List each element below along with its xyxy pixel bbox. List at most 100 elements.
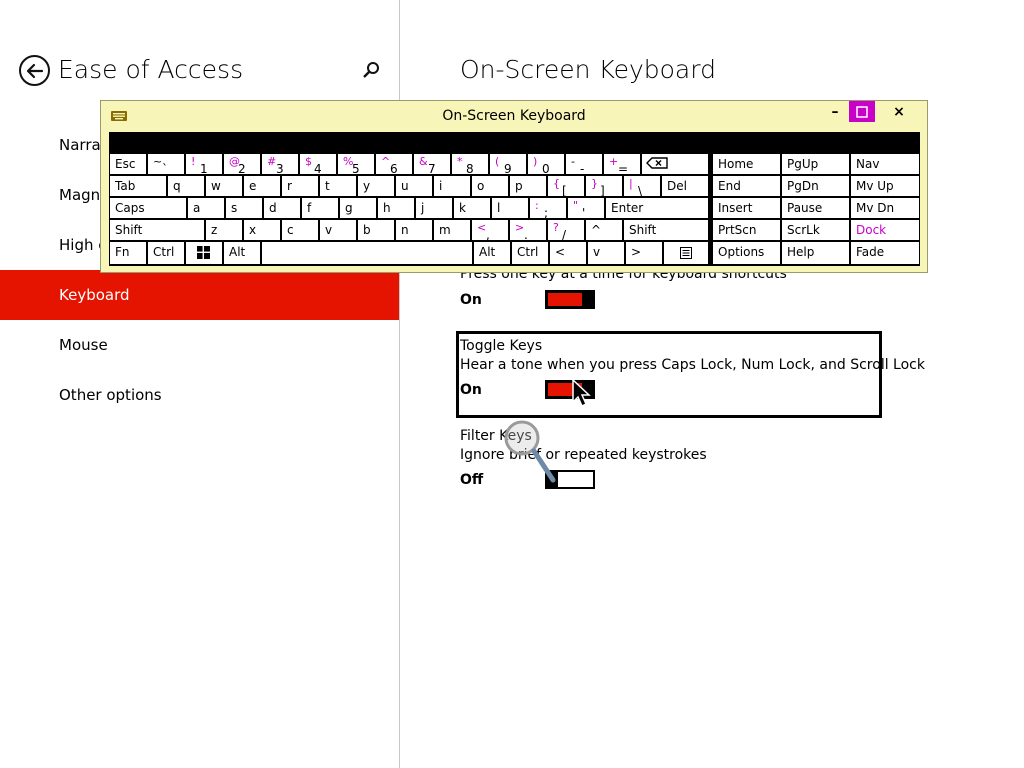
- key-8[interactable]: * 8: [452, 154, 488, 174]
- key-i[interactable]: i: [434, 176, 470, 196]
- key-caps[interactable]: Caps: [110, 198, 186, 218]
- key-shift-label: <: [477, 221, 487, 234]
- key-d[interactable]: d: [264, 198, 300, 218]
- key-c[interactable]: c: [282, 220, 318, 240]
- key-help[interactable]: Help: [782, 242, 849, 264]
- key-scrlk[interactable]: ScrLk: [782, 220, 849, 240]
- key-esc[interactable]: Esc: [110, 154, 146, 174]
- on-screen-keyboard-window[interactable]: On-Screen Keyboard – × Esc ~ ` ! 1 @2 #3 $…: [100, 100, 928, 273]
- key-arrow-down[interactable]: v: [588, 242, 624, 264]
- key-pause[interactable]: Pause: [782, 198, 849, 218]
- key-semicolon[interactable]: :;: [530, 198, 566, 218]
- key-x[interactable]: x: [244, 220, 280, 240]
- key-home[interactable]: Home: [713, 154, 780, 174]
- key-del[interactable]: Del: [662, 176, 708, 196]
- key-pgup[interactable]: PgUp: [782, 154, 849, 174]
- key-9[interactable]: (9: [490, 154, 526, 174]
- key-fade[interactable]: Fade: [851, 242, 919, 264]
- key-period[interactable]: >.: [510, 220, 546, 240]
- key-q[interactable]: q: [168, 176, 204, 196]
- key-alt-right[interactable]: Alt: [474, 242, 510, 264]
- key-ctrl-left[interactable]: Ctrl: [148, 242, 184, 264]
- key-alt-left[interactable]: Alt: [224, 242, 260, 264]
- key-fn[interactable]: Fn: [110, 242, 146, 264]
- key-b[interactable]: b: [358, 220, 394, 240]
- key-f[interactable]: f: [302, 198, 338, 218]
- key-end[interactable]: End: [713, 176, 780, 196]
- key-e[interactable]: e: [244, 176, 280, 196]
- key-arrow-left[interactable]: <: [550, 242, 586, 264]
- key-1[interactable]: ! 1: [186, 154, 222, 174]
- key-tab[interactable]: Tab: [110, 176, 166, 196]
- key-insert[interactable]: Insert: [713, 198, 780, 218]
- key-backspace[interactable]: [642, 154, 708, 174]
- key-dock[interactable]: Dock: [851, 220, 919, 240]
- minimize-button[interactable]: –: [822, 101, 848, 122]
- key-n[interactable]: n: [396, 220, 432, 240]
- key-j[interactable]: j: [416, 198, 452, 218]
- key-menu[interactable]: [664, 242, 708, 264]
- key-h[interactable]: h: [378, 198, 414, 218]
- nav-item-mouse[interactable]: Mouse: [0, 320, 399, 370]
- nav-item-keyboard[interactable]: Keyboard: [0, 270, 399, 320]
- key-comma[interactable]: <,: [472, 220, 508, 240]
- key-label: Enter: [611, 201, 644, 215]
- key-left-bracket[interactable]: {[: [548, 176, 584, 196]
- key-equals[interactable]: + =: [604, 154, 640, 174]
- nav-item-other-options[interactable]: Other options: [0, 370, 399, 420]
- key-pgdn[interactable]: PgDn: [782, 176, 849, 196]
- key-4[interactable]: $4: [300, 154, 336, 174]
- key-slash[interactable]: ? /: [548, 220, 584, 240]
- key-space[interactable]: [262, 242, 472, 264]
- back-button[interactable]: [19, 55, 50, 86]
- key-nav[interactable]: Nav: [851, 154, 919, 174]
- key-v[interactable]: v: [320, 220, 356, 240]
- key-mvup[interactable]: Mv Up: [851, 176, 919, 196]
- key-shift-right[interactable]: Shift: [624, 220, 708, 240]
- key-u[interactable]: u: [396, 176, 432, 196]
- key-shift-left[interactable]: Shift: [110, 220, 204, 240]
- key-label: Options: [718, 245, 765, 259]
- key-w[interactable]: w: [206, 176, 242, 196]
- key-backslash[interactable]: | \: [624, 176, 660, 196]
- key-quote[interactable]: " ': [568, 198, 604, 218]
- key-label: e: [249, 179, 257, 193]
- key-r[interactable]: r: [282, 176, 318, 196]
- key-y[interactable]: y: [358, 176, 394, 196]
- search-icon[interactable]: [361, 60, 381, 80]
- key-0[interactable]: ) 0: [528, 154, 564, 174]
- key-z[interactable]: z: [206, 220, 242, 240]
- key-arrow-right[interactable]: >: [626, 242, 662, 264]
- key-m[interactable]: m: [434, 220, 470, 240]
- toggle-knob: [582, 292, 593, 307]
- key-options[interactable]: Options: [713, 242, 780, 264]
- key-windows[interactable]: [186, 242, 222, 264]
- key-backtick[interactable]: ~ `: [148, 154, 184, 174]
- sticky-keys-toggle[interactable]: [545, 290, 595, 309]
- close-button[interactable]: ×: [886, 101, 912, 122]
- key-k[interactable]: k: [454, 198, 490, 218]
- key-t[interactable]: t: [320, 176, 356, 196]
- key-6[interactable]: ^ 6: [376, 154, 412, 174]
- key-p[interactable]: p: [510, 176, 546, 196]
- key-prtscn[interactable]: PrtScn: [713, 220, 780, 240]
- key-mvdn[interactable]: Mv Dn: [851, 198, 919, 218]
- key-shift-label: {: [553, 177, 560, 190]
- key-right-bracket[interactable]: }]: [586, 176, 622, 196]
- key-l[interactable]: l: [492, 198, 528, 218]
- key-a[interactable]: a: [188, 198, 224, 218]
- key-3[interactable]: #3: [262, 154, 298, 174]
- key-o[interactable]: o: [472, 176, 508, 196]
- key-label: o: [477, 179, 485, 193]
- maximize-button[interactable]: [849, 101, 875, 122]
- key-2[interactable]: @2: [224, 154, 260, 174]
- key-5[interactable]: % 5: [338, 154, 374, 174]
- key-minus[interactable]: --: [566, 154, 602, 174]
- key-ctrl-right[interactable]: Ctrl: [512, 242, 548, 264]
- key-enter[interactable]: Enter: [606, 198, 708, 218]
- key-g[interactable]: g: [340, 198, 376, 218]
- key-s[interactable]: s: [226, 198, 262, 218]
- key-arrow-up[interactable]: ^: [586, 220, 622, 240]
- osk-titlebar[interactable]: On-Screen Keyboard – ×: [101, 101, 927, 130]
- key-7[interactable]: & 7: [414, 154, 450, 174]
